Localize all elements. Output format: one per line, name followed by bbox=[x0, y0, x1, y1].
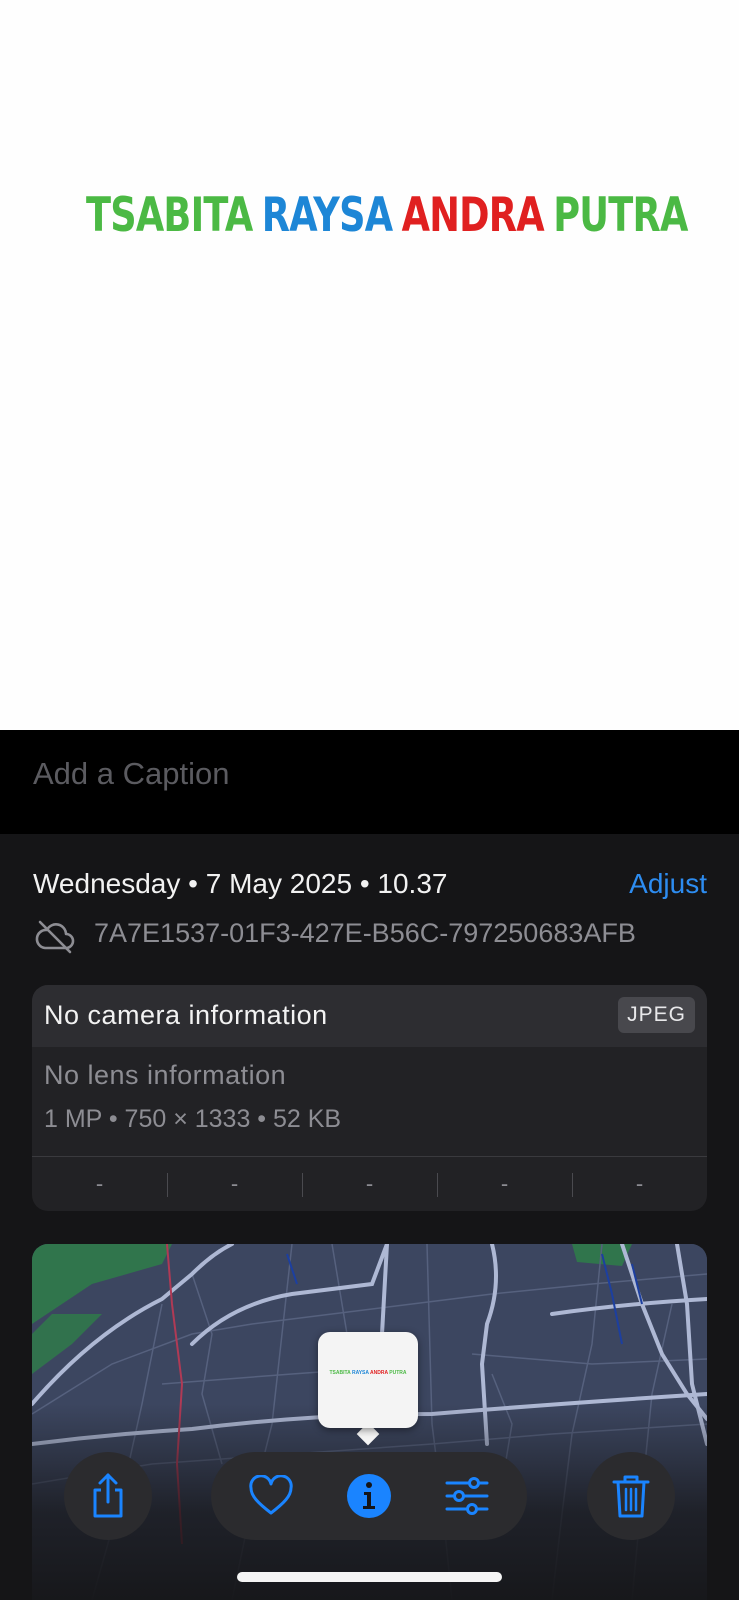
exif-iso: - bbox=[95, 1171, 104, 1196]
thumbnail-word: TSABITA bbox=[329, 1370, 351, 1376]
camera-title: No camera information bbox=[44, 1000, 328, 1030]
camera-info-header: No camera information JPEG bbox=[32, 985, 707, 1047]
trash-icon bbox=[612, 1475, 650, 1518]
file-name: 7A7E1537-01F3-427E-B56C-797250683AFB bbox=[94, 918, 636, 948]
photo-thumbnail[interactable]: TSABITA RAYSA ANDRA PUTRA bbox=[318, 1332, 418, 1428]
lens-info: No lens information bbox=[44, 1060, 287, 1090]
photo-word: PUTRA bbox=[553, 188, 688, 243]
thumbnail-word: RAYSA bbox=[351, 1370, 369, 1376]
share-button[interactable] bbox=[64, 1452, 152, 1540]
exif-shutter-speed: - bbox=[572, 1157, 707, 1211]
photo-text: TSABITA RAYSA ANDRA PUTRA bbox=[81, 188, 688, 243]
share-icon bbox=[93, 1473, 123, 1518]
delete-button[interactable] bbox=[587, 1452, 675, 1540]
thumbnail-word: ANDRA bbox=[370, 1370, 388, 1376]
sliders-icon bbox=[445, 1477, 489, 1515]
exif-exposure-value: - bbox=[302, 1157, 437, 1211]
home-indicator[interactable] bbox=[237, 1572, 502, 1582]
heart-icon bbox=[249, 1475, 293, 1515]
exif-aperture: - bbox=[437, 1157, 572, 1211]
camera-info-card: No camera information JPEG No lens infor… bbox=[32, 985, 707, 1211]
caption-section bbox=[0, 730, 739, 834]
photo-word: ANDRA bbox=[401, 188, 545, 243]
thumbnail-word: PUTRA bbox=[389, 1370, 407, 1376]
caption-input[interactable] bbox=[33, 754, 703, 794]
photo-view[interactable]: TSABITA RAYSA ANDRA PUTRA bbox=[0, 0, 739, 730]
info-icon bbox=[347, 1474, 391, 1518]
favorite-button[interactable] bbox=[246, 1471, 296, 1521]
thumbnail-text: TSABITA RAYSA ANDRA PUTRA bbox=[318, 1370, 418, 1376]
exif-row: - - - - - bbox=[32, 1157, 707, 1211]
info-button[interactable] bbox=[344, 1471, 394, 1521]
edit-button[interactable] bbox=[442, 1471, 492, 1521]
photo-word: TSABITA bbox=[85, 188, 253, 243]
cloud-off-icon bbox=[35, 920, 75, 954]
date-time-label: Wednesday • 7 May 2025 • 10.37 bbox=[33, 868, 448, 899]
action-group bbox=[211, 1452, 527, 1540]
image-specs: 1 MP • 750 × 1333 • 52 KB bbox=[44, 1105, 342, 1133]
exif-focal-length: - bbox=[167, 1157, 302, 1211]
photo-word: RAYSA bbox=[261, 188, 393, 243]
location-map[interactable]: TSABITA RAYSA ANDRA PUTRA bbox=[32, 1244, 707, 1600]
format-badge: JPEG bbox=[618, 997, 695, 1033]
adjust-date-button[interactable]: Adjust bbox=[629, 868, 707, 900]
